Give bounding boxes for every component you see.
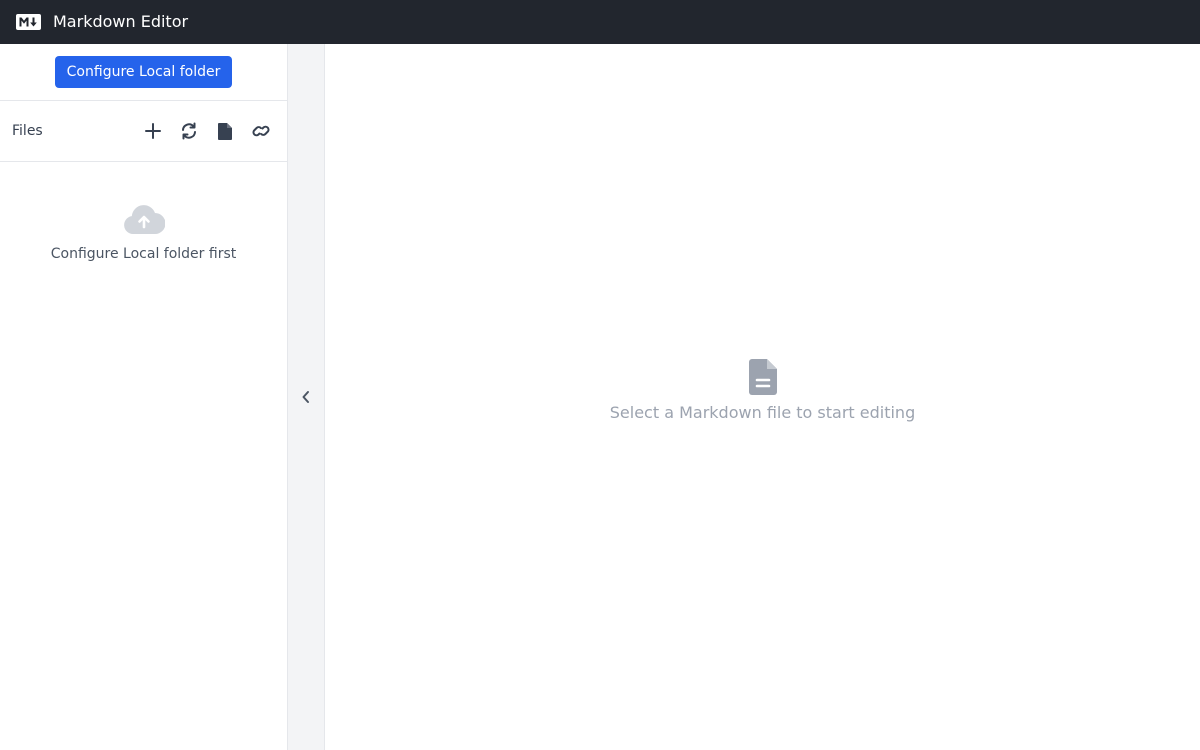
open-document-button[interactable] xyxy=(213,119,237,143)
plus-icon xyxy=(145,123,161,139)
chevron-left-icon xyxy=(302,391,309,403)
link-icon xyxy=(252,125,270,137)
files-label: Files xyxy=(12,123,43,139)
sidebar-collapse-bar xyxy=(288,44,325,750)
sidebar-empty-state: Configure Local folder first xyxy=(0,162,287,262)
files-toolbar: Files xyxy=(0,101,287,162)
collapse-sidebar-button[interactable] xyxy=(296,385,316,409)
configure-row: Configure Local folder xyxy=(0,44,287,101)
file-text-icon xyxy=(748,359,777,395)
cloud-upload-icon xyxy=(123,205,165,234)
editor-placeholder-text: Select a Markdown file to start editing xyxy=(609,403,916,422)
markdown-logo-icon xyxy=(16,14,41,30)
file-actions xyxy=(141,119,273,143)
sidebar: Configure Local folder Files Configure L… xyxy=(0,44,288,750)
empty-state-text: Configure Local folder first xyxy=(50,246,237,262)
sync-icon xyxy=(182,122,196,140)
app-header: Markdown Editor xyxy=(0,0,1200,44)
refresh-button[interactable] xyxy=(177,119,201,143)
app-title: Markdown Editor xyxy=(53,12,189,31)
configure-local-folder-button[interactable]: Configure Local folder xyxy=(54,56,233,88)
editor-area: Select a Markdown file to start editing xyxy=(325,44,1200,750)
file-icon xyxy=(218,122,232,140)
new-file-button[interactable] xyxy=(141,119,165,143)
link-button[interactable] xyxy=(249,119,273,143)
